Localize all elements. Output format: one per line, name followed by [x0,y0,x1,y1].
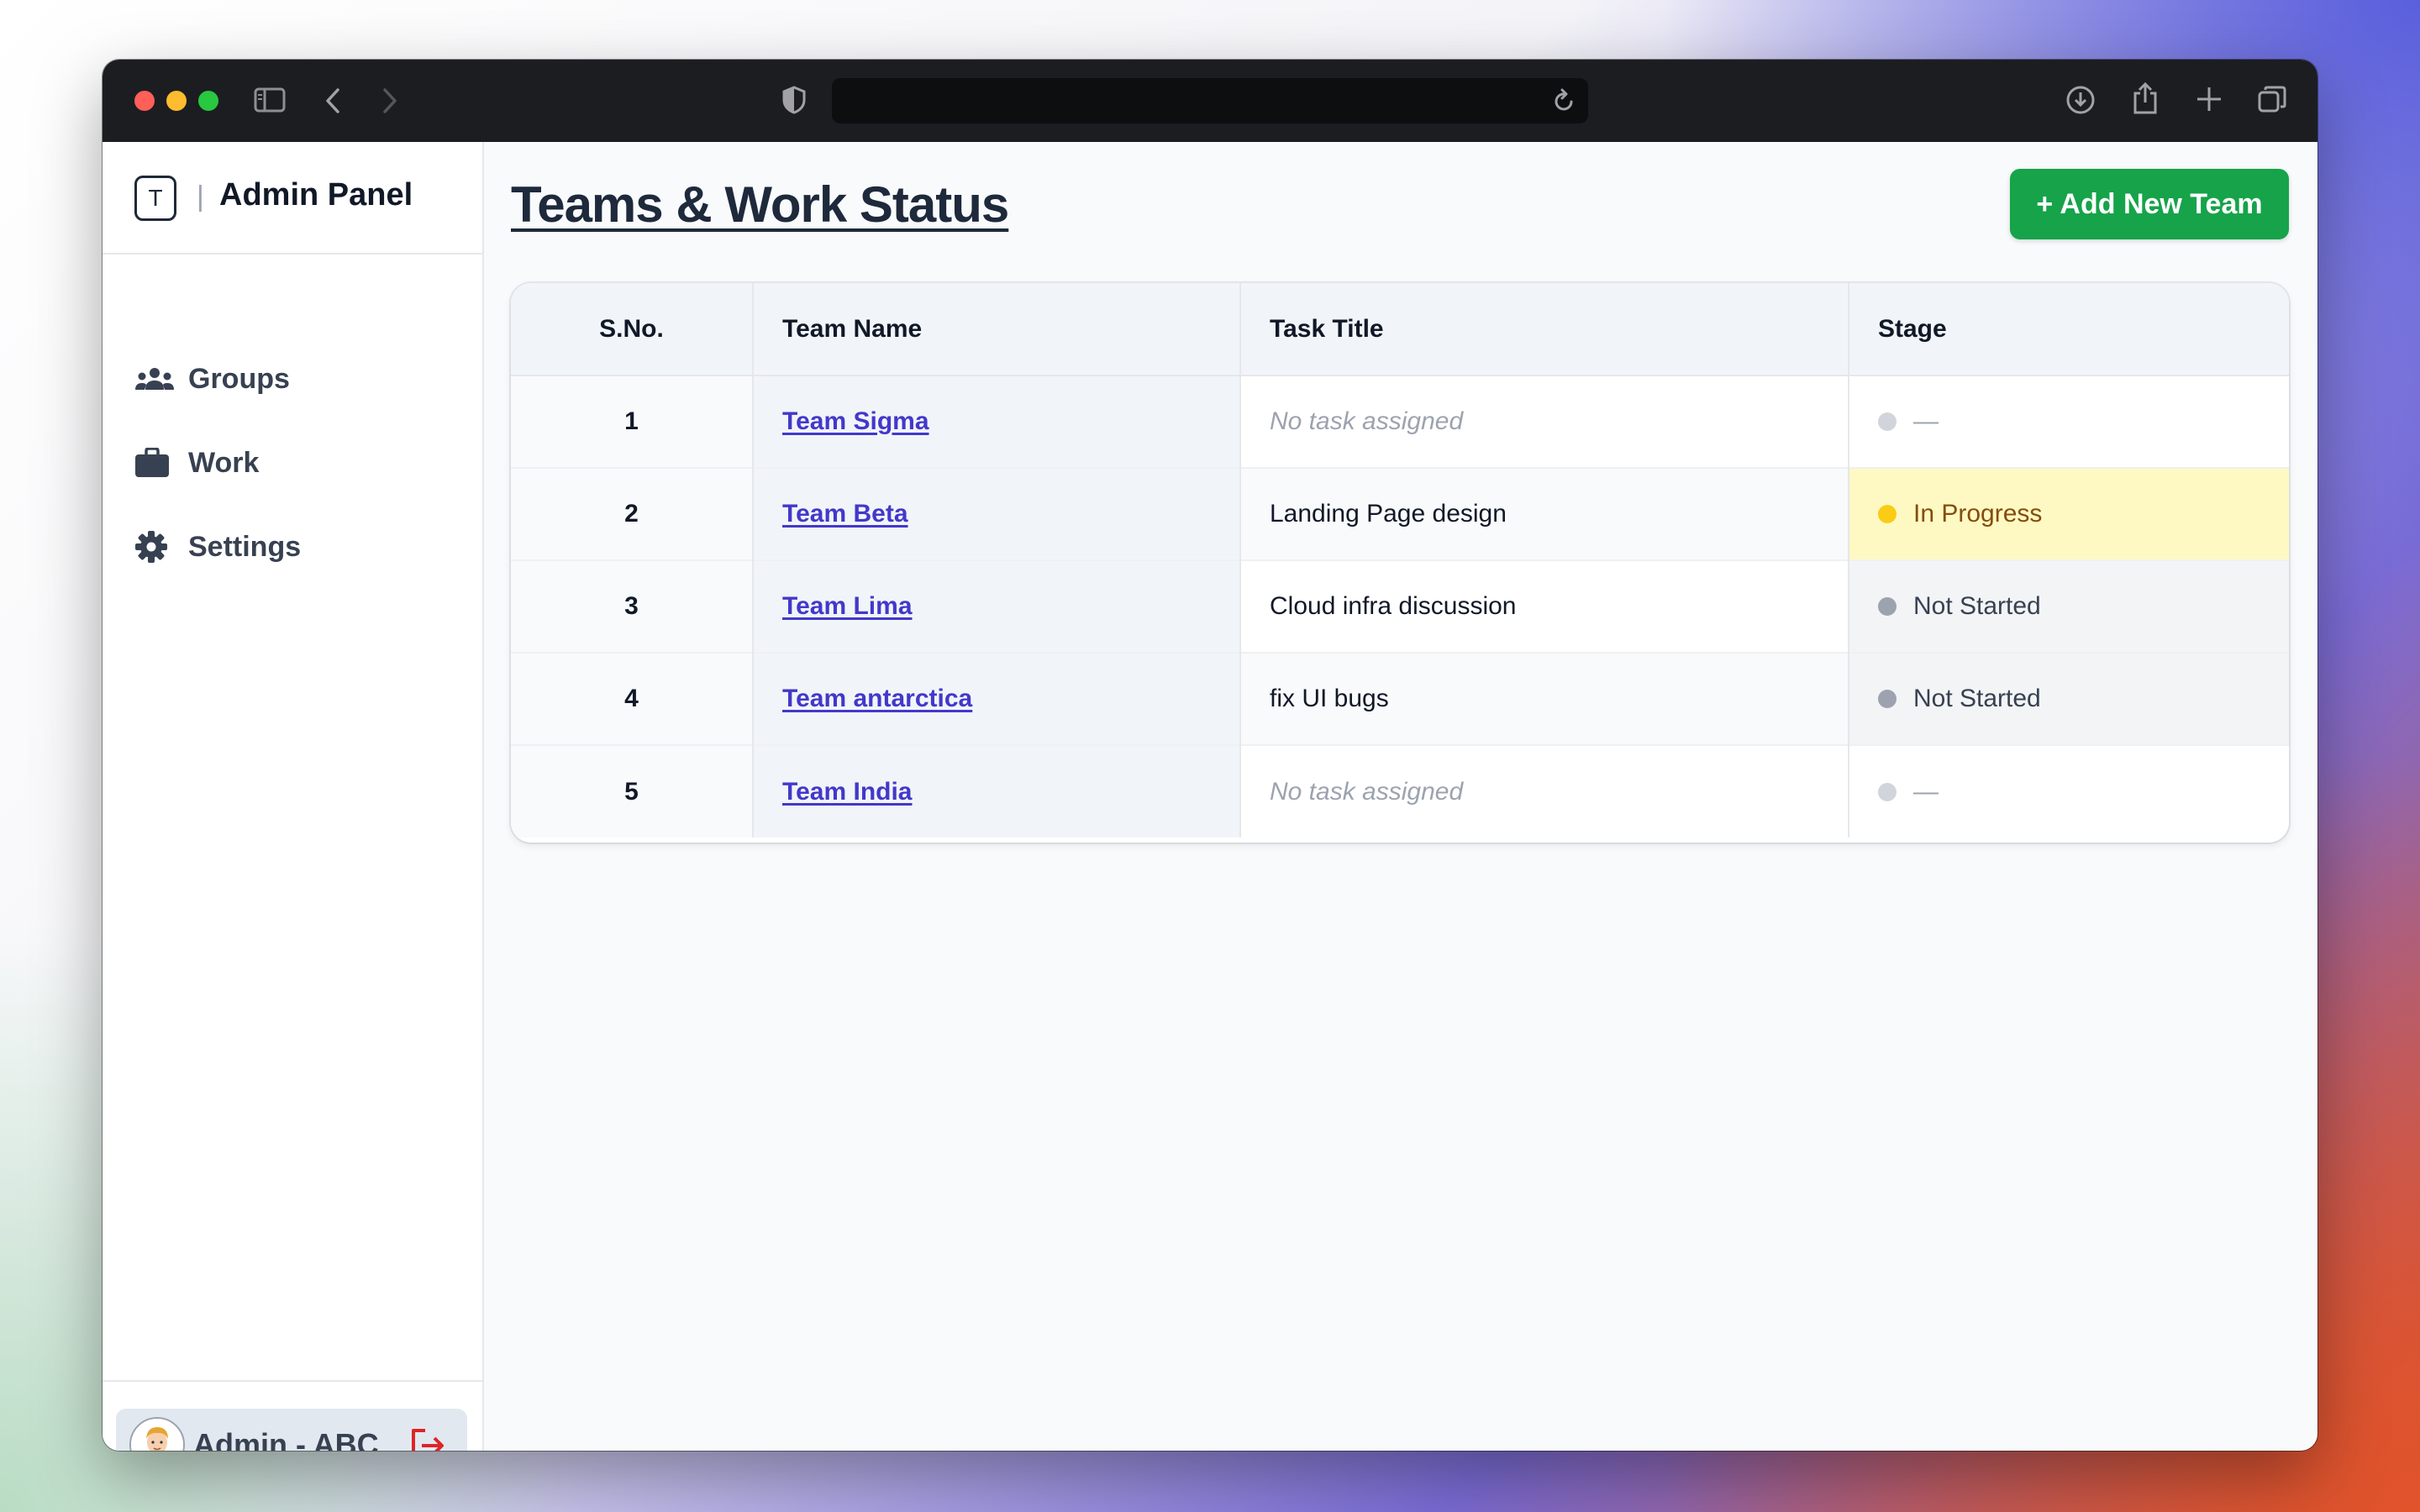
team-link[interactable]: Team Sigma [782,407,929,435]
row-sno: 1 [511,375,753,468]
brand-logo-icon: T [134,176,176,221]
main-content: Teams & Work Status + Add New Team S.No.… [484,142,2317,1451]
forward-icon[interactable] [380,87,400,115]
address-bar[interactable] [832,78,1588,123]
sidebar-item-label: Groups [188,362,290,395]
zoom-window-button[interactable] [198,91,218,111]
sidebar-item-settings[interactable]: Settings [134,522,301,572]
stage-label: — [1913,777,1939,806]
sidebar: T | Admin Panel Groups Work Settings Adm… [103,142,484,1451]
sidebar-toggle-icon[interactable] [254,87,286,113]
browser-window: T | Admin Panel Groups Work Settings Adm… [103,60,2317,1451]
minimize-window-button[interactable] [166,91,187,111]
briefcase-icon [134,446,175,480]
table-row: 5 Team India No task assigned — [511,744,2289,837]
brand-logo-letter: T [148,185,163,211]
page-title: Teams & Work Status [511,176,1009,233]
stage-label: — [1913,407,1939,435]
stage-dot-icon [1878,782,1897,801]
brand-separator: | [197,181,204,213]
table-row: 2 Team Beta Landing Page design In Progr… [511,467,2289,560]
table-header-row: S.No. Team Name Task Title Stage [511,283,2289,376]
column-header-sno[interactable]: S.No. [511,283,753,376]
user-profile[interactable]: Admin - ABC [116,1409,467,1451]
sidebar-item-groups[interactable]: Groups [134,354,290,404]
close-window-button[interactable] [134,91,155,111]
new-tab-icon[interactable] [2195,85,2223,113]
column-header-team-name[interactable]: Team Name [752,283,1240,376]
stage-dot-icon [1878,505,1897,523]
sidebar-item-label: Work [188,446,260,479]
column-header-task-title[interactable]: Task Title [1239,283,1849,376]
row-sno: 5 [511,744,753,837]
stage-dot-icon [1878,690,1897,708]
stage-cell: Not Started [1848,559,2289,653]
teams-table: S.No. Team Name Task Title Stage 1 Team … [511,283,2289,837]
browser-titlebar [103,60,2317,142]
stage-cell: — [1848,375,2289,468]
team-link[interactable]: Team India [782,778,912,806]
task-title: Landing Page design [1270,500,1507,528]
brand-header: T | Admin Panel [103,142,482,255]
task-title: No task assigned [1270,407,1464,435]
add-new-team-button[interactable]: + Add New Team [2010,169,2289,239]
team-link[interactable]: Team Beta [782,500,908,528]
sidebar-item-work[interactable]: Work [134,438,259,488]
download-icon[interactable] [2065,85,2096,115]
back-icon[interactable] [323,87,343,115]
teams-table-card: S.No. Team Name Task Title Stage 1 Team … [511,283,2289,843]
row-sno: 3 [511,559,753,653]
task-title: No task assigned [1270,777,1464,806]
stage-cell: In Progress [1848,467,2289,560]
users-icon [134,362,175,396]
sidebar-footer-divider [103,1380,482,1382]
table-row: 1 Team Sigma No task assigned — [511,375,2289,468]
table-row: 4 Team antarctica fix UI bugs Not Starte… [511,652,2289,745]
share-icon[interactable] [2131,81,2160,115]
logout-icon[interactable] [407,1425,447,1451]
row-sno: 4 [511,652,753,745]
stage-label: Not Started [1913,685,2041,712]
shield-icon[interactable] [781,85,807,115]
column-header-stage[interactable]: Stage [1848,283,2289,376]
stage-dot-icon [1878,597,1897,616]
stage-label: In Progress [1913,500,2043,528]
reload-icon[interactable] [1551,87,1576,118]
table-row: 3 Team Lima Cloud infra discussion Not S… [511,559,2289,653]
team-link[interactable]: Team Lima [782,592,913,620]
row-sno: 2 [511,467,753,560]
avatar-icon[interactable] [129,1417,185,1451]
gear-icon [134,530,175,564]
stage-cell: — [1848,744,2289,837]
team-link[interactable]: Team antarctica [782,685,972,712]
brand-title: Admin Panel [219,177,413,213]
tab-overview-icon[interactable] [2257,85,2287,115]
stage-dot-icon [1878,412,1897,431]
task-title: fix UI bugs [1270,685,1389,712]
stage-label: Not Started [1913,592,2041,620]
stage-cell: Not Started [1848,652,2289,745]
user-name: Admin - ABC [193,1427,379,1451]
sidebar-item-label: Settings [188,530,302,563]
task-title: Cloud infra discussion [1270,592,1517,620]
